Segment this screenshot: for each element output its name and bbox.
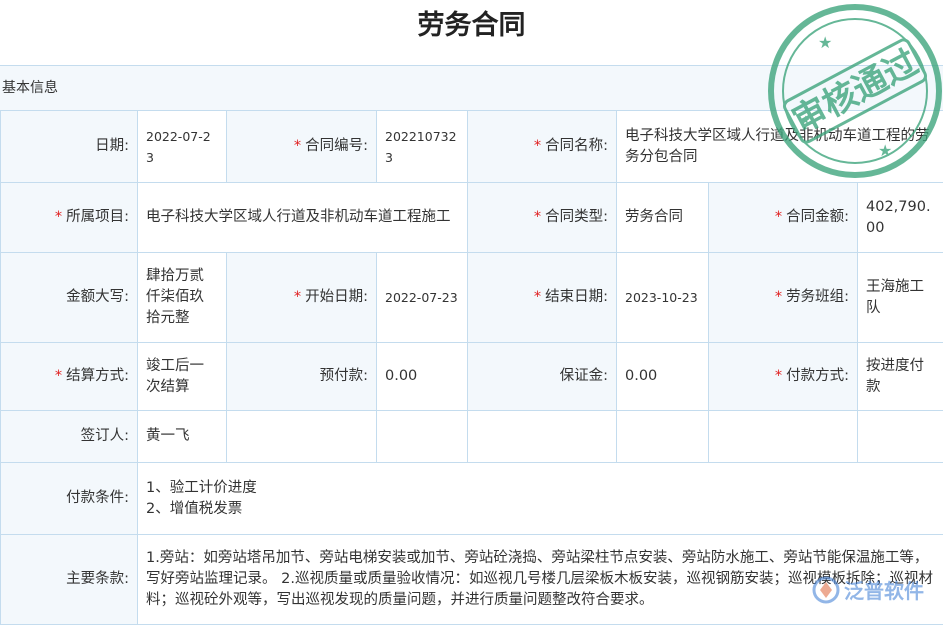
payment-method-label: *付款方式: bbox=[709, 343, 858, 411]
empty-cell bbox=[377, 411, 468, 463]
project-label: *所属项目: bbox=[1, 183, 138, 253]
empty-cell bbox=[709, 411, 858, 463]
start-date-value: 2022-07-23 bbox=[377, 253, 468, 343]
required-mark: * bbox=[775, 289, 782, 305]
required-mark: * bbox=[534, 289, 541, 305]
empty-cell bbox=[617, 411, 709, 463]
date-value: 2022-07-23 bbox=[138, 111, 227, 183]
settlement-value: 竣工后一次结算 bbox=[138, 343, 227, 411]
payment-terms-label: 付款条件: bbox=[1, 463, 138, 535]
required-mark: * bbox=[294, 289, 301, 305]
form-row-settlement: *结算方式: 竣工后一次结算 预付款: 0.00 保证金: 0.00 *付款方式… bbox=[1, 343, 943, 411]
form-row-project: *所属项目: 电子科技大学区域人行道及非机动车道工程施工 *合同类型: 劳务合同… bbox=[1, 183, 943, 253]
signer-value: 黄一飞 bbox=[138, 411, 227, 463]
required-mark: * bbox=[55, 209, 62, 225]
deposit-value: 0.00 bbox=[617, 343, 709, 411]
form-row-main-terms: 主要条款: 1.旁站：如旁站塔吊加节、旁站电梯安装或加节、旁站砼浇捣、旁站梁柱节… bbox=[1, 535, 943, 625]
contract-type-value: 劳务合同 bbox=[617, 183, 709, 253]
contract-type-label: *合同类型: bbox=[468, 183, 617, 253]
contract-name-label: *合同名称: bbox=[468, 111, 617, 183]
contract-amount-value: 402,790.00 bbox=[858, 183, 943, 253]
required-mark: * bbox=[775, 209, 782, 225]
required-mark: * bbox=[294, 138, 301, 154]
settlement-label: *结算方式: bbox=[1, 343, 138, 411]
payment-terms-value: 1、验工计价进度 2、增值税发票 bbox=[138, 463, 943, 535]
payment-term-item: 1、验工计价进度 bbox=[146, 478, 935, 499]
labor-team-label: *劳务班组: bbox=[709, 253, 858, 343]
contract-no-value: 2022107323 bbox=[377, 111, 468, 183]
section-header-basic-info: 基本信息 bbox=[0, 65, 943, 111]
payment-term-item: 2、增值税发票 bbox=[146, 499, 935, 520]
labor-team-value: 王海施工队 bbox=[858, 253, 943, 343]
contract-amount-label: *合同金额: bbox=[709, 183, 858, 253]
contract-form-table: 日期: 2022-07-23 *合同编号: 2022107323 *合同名称: … bbox=[0, 110, 943, 625]
empty-cell bbox=[227, 411, 377, 463]
end-date-value: 2023-10-23 bbox=[617, 253, 709, 343]
required-mark: * bbox=[55, 368, 62, 384]
date-label: 日期: bbox=[1, 111, 138, 183]
empty-cell bbox=[468, 411, 617, 463]
amount-caps-value: 肆拾万贰仟柒佰玖拾元整 bbox=[138, 253, 227, 343]
prepayment-label: 预付款: bbox=[227, 343, 377, 411]
empty-cell bbox=[858, 411, 943, 463]
contract-no-label: *合同编号: bbox=[227, 111, 377, 183]
form-row-amount-caps: 金额大写: 肆拾万贰仟柒佰玖拾元整 *开始日期: 2022-07-23 *结束日… bbox=[1, 253, 943, 343]
deposit-label: 保证金: bbox=[468, 343, 617, 411]
page-title: 劳务合同 bbox=[0, 0, 943, 55]
signer-label: 签订人: bbox=[1, 411, 138, 463]
required-mark: * bbox=[534, 138, 541, 154]
form-row-signer: 签订人: 黄一飞 bbox=[1, 411, 943, 463]
required-mark: * bbox=[775, 368, 782, 384]
prepayment-value: 0.00 bbox=[377, 343, 468, 411]
start-date-label: *开始日期: bbox=[227, 253, 377, 343]
main-terms-value: 1.旁站：如旁站塔吊加节、旁站电梯安装或加节、旁站砼浇捣、旁站梁柱节点安装、旁站… bbox=[138, 535, 943, 625]
form-row-date: 日期: 2022-07-23 *合同编号: 2022107323 *合同名称: … bbox=[1, 111, 943, 183]
end-date-label: *结束日期: bbox=[468, 253, 617, 343]
project-value: 电子科技大学区域人行道及非机动车道工程施工 bbox=[138, 183, 468, 253]
required-mark: * bbox=[534, 209, 541, 225]
amount-caps-label: 金额大写: bbox=[1, 253, 138, 343]
payment-method-value: 按进度付款 bbox=[858, 343, 943, 411]
main-terms-label: 主要条款: bbox=[1, 535, 138, 625]
contract-name-value: 电子科技大学区域人行道及非机动车道工程的劳务分包合同 bbox=[617, 111, 943, 183]
form-row-payment-terms: 付款条件: 1、验工计价进度 2、增值税发票 bbox=[1, 463, 943, 535]
